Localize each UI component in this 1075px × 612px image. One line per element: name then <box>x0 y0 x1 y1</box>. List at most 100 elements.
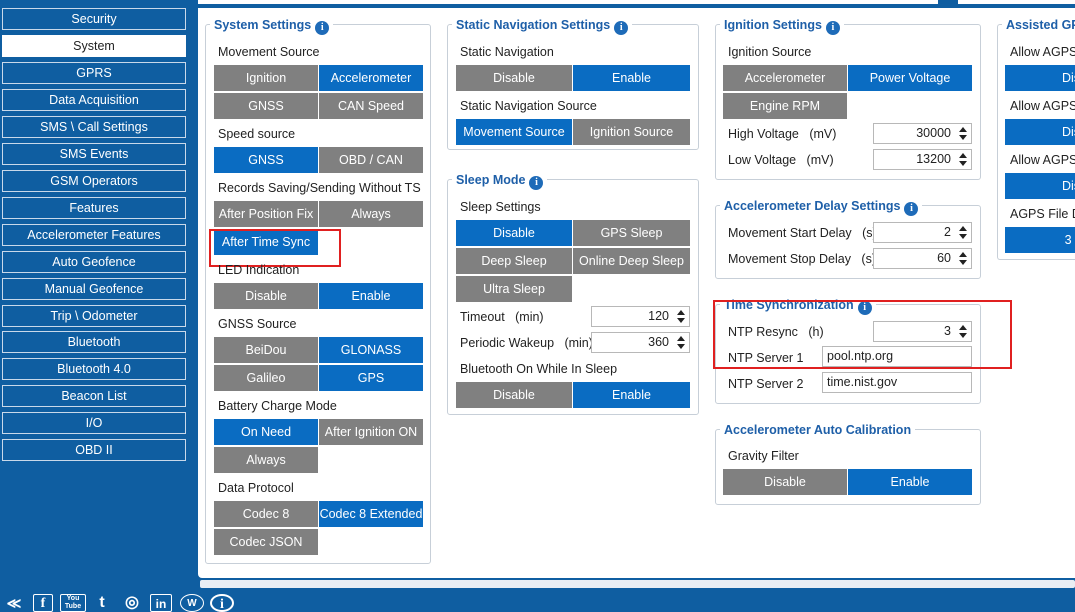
sleep-deep-sleep-button[interactable]: Deep Sleep <box>456 248 572 274</box>
battery-after-ignition-on-button[interactable]: After Ignition ON <box>319 419 423 445</box>
spinner-icon[interactable] <box>675 307 687 326</box>
gravity-filter-enable-button[interactable]: Enable <box>848 469 972 495</box>
spinner-icon[interactable] <box>957 249 969 268</box>
high-voltage-input[interactable]: 30000 <box>873 123 972 144</box>
gravity-filter-label: Gravity Filter <box>728 449 799 463</box>
spinner-icon[interactable] <box>957 322 969 341</box>
led-disable-button[interactable]: Disable <box>214 283 318 309</box>
low-voltage-label: Low Voltage (mV) <box>728 153 834 167</box>
sidebar-item-bluetooth-4[interactable]: Bluetooth 4.0 <box>2 358 186 380</box>
ignition-power-voltage-button[interactable]: Power Voltage <box>848 65 972 91</box>
sidebar-item-system[interactable]: System <box>2 35 186 57</box>
movement-stop-delay-input[interactable]: 60 <box>873 248 972 269</box>
sidebar-item-data-acquisition[interactable]: Data Acquisition <box>2 89 186 111</box>
ignition-accelerometer-button[interactable]: Accelerometer <box>723 65 847 91</box>
sleep-online-deep-sleep-button[interactable]: Online Deep Sleep <box>573 248 690 274</box>
facebook-icon[interactable]: f <box>33 594 53 612</box>
movement-accelerometer-button[interactable]: Accelerometer <box>319 65 423 91</box>
spinner-icon[interactable] <box>675 333 687 352</box>
horizontal-scrollbar[interactable] <box>200 580 1075 588</box>
sidebar-item-gprs[interactable]: GPRS <box>2 62 186 84</box>
sleep-ultra-sleep-button[interactable]: Ultra Sleep <box>456 276 572 302</box>
ntp-server-2-label: NTP Server 2 <box>728 377 804 391</box>
speed-obd-can-button[interactable]: OBD / CAN <box>319 147 423 173</box>
instagram-icon[interactable]: ◎ <box>120 594 144 612</box>
info-icon[interactable]: i <box>614 21 629 35</box>
records-after-time-sync-button[interactable]: After Time Sync <box>214 229 318 255</box>
led-enable-button[interactable]: Enable <box>319 283 423 309</box>
periodic-wakeup-input[interactable]: 360 <box>591 332 690 353</box>
records-always-button[interactable]: Always <box>319 201 423 227</box>
info-icon[interactable]: i <box>315 21 330 35</box>
teltonika-icon[interactable]: ≪ <box>2 594 26 612</box>
sidebar-item-gsm-operators[interactable]: GSM Operators <box>2 170 186 192</box>
movement-gnss-button[interactable]: GNSS <box>214 93 318 119</box>
agps-disable-button-3[interactable]: Dis <box>1005 173 1075 199</box>
ignition-engine-rpm-button[interactable]: Engine RPM <box>723 93 847 119</box>
sidebar-item-beacon-list[interactable]: Beacon List <box>2 385 186 407</box>
battery-always-button[interactable]: Always <box>214 447 318 473</box>
led-indication-label: LED Indication <box>218 263 300 277</box>
gnss-gps-button[interactable]: GPS <box>319 365 423 391</box>
gnss-galileo-button[interactable]: Galileo <box>214 365 318 391</box>
bt-sleep-enable-button[interactable]: Enable <box>573 382 690 408</box>
static-nav-ignition-source-button[interactable]: Ignition Source <box>573 119 690 145</box>
ntp-server-2-input[interactable]: time.nist.gov <box>822 372 972 393</box>
info-icon[interactable]: i <box>529 176 544 190</box>
gravity-filter-disable-button[interactable]: Disable <box>723 469 847 495</box>
spinner-icon[interactable] <box>957 150 969 169</box>
movement-can-speed-button[interactable]: CAN Speed <box>319 93 423 119</box>
sidebar-item-auto-geofence[interactable]: Auto Geofence <box>2 251 186 273</box>
sleep-mode-title: Sleep Mode i <box>452 172 548 190</box>
ntp-server-1-input[interactable]: pool.ntp.org <box>822 346 972 367</box>
sleep-gps-sleep-button[interactable]: GPS Sleep <box>573 220 690 246</box>
records-after-position-fix-button[interactable]: After Position Fix <box>214 201 318 227</box>
sidebar-item-obd-ii[interactable]: OBD II <box>2 439 186 461</box>
sidebar-item-manual-geofence[interactable]: Manual Geofence <box>2 278 186 300</box>
gnss-glonass-button[interactable]: GLONASS <box>319 337 423 363</box>
timeout-input[interactable]: 120 <box>591 306 690 327</box>
sidebar-item-sms-call-settings[interactable]: SMS \ Call Settings <box>2 116 186 138</box>
info-icon[interactable]: i <box>904 202 919 216</box>
allow-agps-label-1: Allow AGPS <box>1010 45 1075 59</box>
protocol-codec-json-button[interactable]: Codec JSON <box>214 529 318 555</box>
movement-ignition-button[interactable]: Ignition <box>214 65 318 91</box>
allow-agps-label-3: Allow AGPS <box>1010 153 1075 167</box>
accel-delay-title: Accelerometer Delay Settings i <box>720 198 923 216</box>
battery-on-need-button[interactable]: On Need <box>214 419 318 445</box>
linkedin-icon[interactable]: in <box>150 594 172 612</box>
sidebar-item-io[interactable]: I/O <box>2 412 186 434</box>
ntp-resync-input[interactable]: 3 <box>873 321 972 342</box>
static-nav-movement-source-button[interactable]: Movement Source <box>456 119 572 145</box>
protocol-codec8-extended-button[interactable]: Codec 8 Extended <box>319 501 423 527</box>
bt-sleep-disable-button[interactable]: Disable <box>456 382 572 408</box>
agps-file-duration-label: AGPS File Du <box>1010 207 1075 221</box>
info-footer-icon[interactable]: i <box>210 594 234 612</box>
spinner-icon[interactable] <box>957 124 969 143</box>
sidebar-item-sms-events[interactable]: SMS Events <box>2 143 186 165</box>
periodic-wakeup-label: Periodic Wakeup (min) <box>460 336 593 350</box>
info-icon[interactable]: i <box>825 21 840 35</box>
wiki-icon[interactable]: W <box>180 594 204 612</box>
sidebar-item-bluetooth[interactable]: Bluetooth <box>2 331 186 353</box>
sidebar-item-trip-odometer[interactable]: Trip \ Odometer <box>2 305 186 327</box>
youtube-icon[interactable]: You Tube <box>60 594 86 612</box>
agps-disable-button-1[interactable]: Dis <box>1005 65 1075 91</box>
twitter-icon[interactable]: t <box>90 594 114 612</box>
sidebar-item-security[interactable]: Security <box>2 8 186 30</box>
sidebar-item-features[interactable]: Features <box>2 197 186 219</box>
movement-start-delay-input[interactable]: 2 <box>873 222 972 243</box>
agps-disable-button-2[interactable]: Dis <box>1005 119 1075 145</box>
agps-file-duration-button[interactable]: 3 d <box>1005 227 1075 253</box>
sleep-disable-button[interactable]: Disable <box>456 220 572 246</box>
protocol-codec8-button[interactable]: Codec 8 <box>214 501 318 527</box>
speed-gnss-button[interactable]: GNSS <box>214 147 318 173</box>
spinner-icon[interactable] <box>957 223 969 242</box>
static-nav-disable-button[interactable]: Disable <box>456 65 572 91</box>
sidebar: Security System GPRS Data Acquisition SM… <box>0 0 196 590</box>
info-icon[interactable]: i <box>857 301 872 315</box>
low-voltage-input[interactable]: 13200 <box>873 149 972 170</box>
sidebar-item-accelerometer-features[interactable]: Accelerometer Features <box>2 224 186 246</box>
static-nav-enable-button[interactable]: Enable <box>573 65 690 91</box>
gnss-beidou-button[interactable]: BeiDou <box>214 337 318 363</box>
